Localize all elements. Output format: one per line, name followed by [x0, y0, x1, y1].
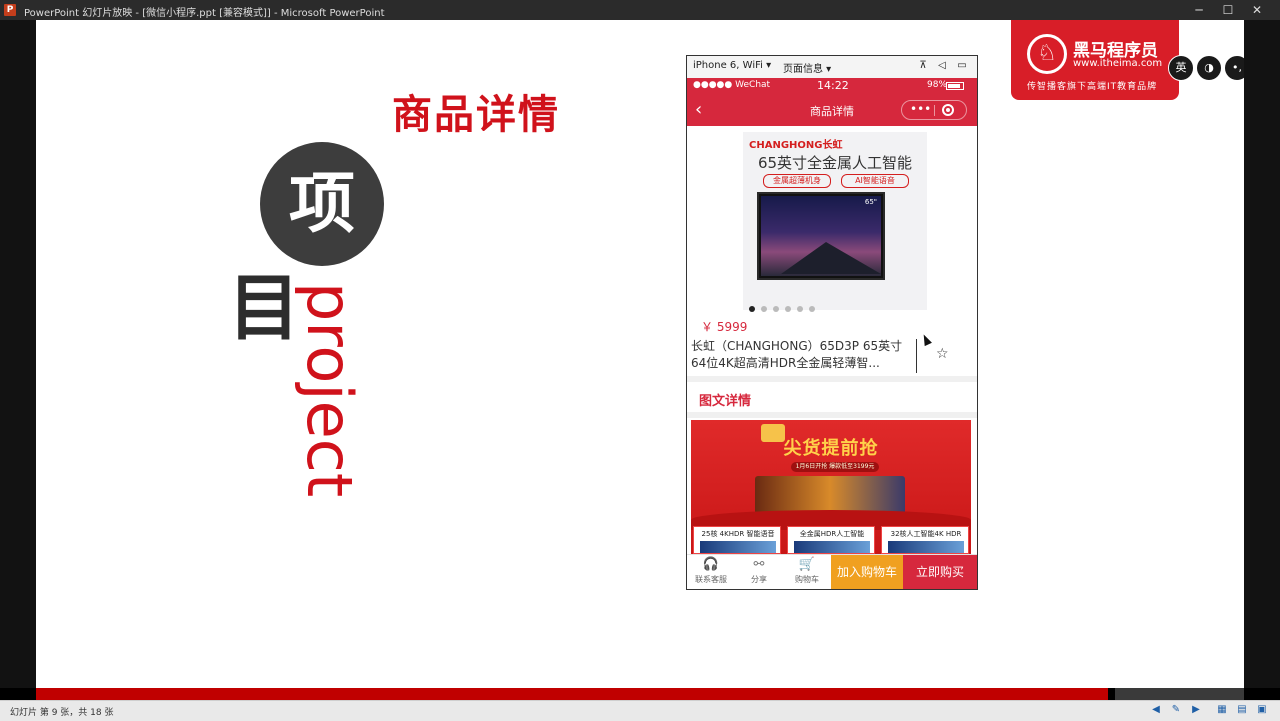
banner-title: 65英寸全金属人工智能	[757, 154, 913, 172]
minimize-button[interactable]: ─	[1188, 2, 1210, 18]
share-label: 分享	[751, 575, 767, 584]
swiper-dot[interactable]	[797, 306, 803, 312]
promo-card: 全金属HDR人工智能	[787, 526, 875, 554]
add-to-cart-button[interactable]: 加入购物车	[831, 555, 903, 589]
contact-service-button[interactable]: 🎧 联系客服	[687, 555, 735, 589]
cart-label: 购物车	[795, 575, 819, 584]
headset-icon: 🎧	[702, 557, 720, 572]
product-image-swiper[interactable]: CHANGHONG长虹 65英寸全金属人工智能 金属超薄机身 AI智能语音 65…	[743, 132, 927, 310]
tv-image: 65"	[757, 192, 885, 280]
cart-icon: 🛒	[798, 557, 816, 572]
promo-subtitle: 1月6日开抢 爆款低至3199元	[791, 462, 879, 472]
slide-counter: 幻灯片 第 9 张，共 18 张	[10, 708, 114, 718]
favorite-star-icon[interactable]: ☆	[936, 346, 949, 362]
promo-card-image	[794, 541, 870, 553]
more-icon[interactable]: •••	[910, 102, 931, 116]
left-margin	[0, 20, 36, 688]
status-bar: 幻灯片 第 9 张，共 18 张 ◀ ✎ ▶ ▦ ▤ ▣	[0, 700, 1280, 721]
swiper-dot[interactable]	[749, 306, 755, 312]
section-separator	[687, 412, 977, 418]
powerpoint-icon: P	[4, 4, 16, 16]
close-miniprogram-icon[interactable]	[942, 104, 954, 116]
window-icon[interactable]: ▭	[956, 60, 968, 71]
slide-footer-bar	[36, 688, 1108, 700]
mountain-shape	[781, 242, 881, 274]
promo-card-label: 全金属HDR人工智能	[799, 530, 865, 538]
pen-icon[interactable]: ✎	[1170, 704, 1182, 716]
phone-simulator: iPhone 6, WiFi ▾ 页面信息 ▾ ⊼ ◁ ▭ ●●●●● WeCh…	[686, 55, 978, 590]
battery-icon	[946, 82, 964, 90]
device-selector[interactable]: iPhone 6, WiFi ▾	[693, 60, 771, 71]
promo-title: 尖货提前抢	[783, 438, 879, 459]
promo-card: 32核人工智能4K HDR	[881, 526, 969, 554]
pin-icon[interactable]: ⊼	[917, 60, 929, 71]
volume-icon[interactable]: ◁	[936, 60, 948, 71]
simulator-toolbar: iPhone 6, WiFi ▾ 页面信息 ▾ ⊼ ◁ ▭	[687, 56, 977, 79]
promo-banner-image: 尖货提前抢 1月6日开抢 爆款低至3199元 25核 4KHDR 智能语音 全金…	[691, 420, 971, 554]
promo-cards: 25核 4KHDR 智能语音 全金属HDR人工智能 32核人工智能4K HDR	[691, 526, 971, 554]
battery-percent: 98%	[927, 80, 948, 90]
next-arrow-icon[interactable]: ▶	[1190, 704, 1202, 716]
tv-screen: 65"	[761, 196, 881, 276]
swiper-dot[interactable]	[809, 306, 815, 312]
page-info-selector[interactable]: 页面信息 ▾	[783, 60, 831, 75]
brand-logo: CHANGHONG长虹	[749, 140, 843, 151]
cart-button[interactable]: 🛒 购物车	[783, 555, 831, 589]
ime-punctuation-icon[interactable]: •,	[1224, 55, 1244, 81]
logo-slogan: 传智播客旗下高端IT教育品牌	[1027, 82, 1158, 92]
maximize-button[interactable]: ☐	[1217, 2, 1239, 18]
slide-canvas[interactable]: 商品详情 项 目 project ♘ 黑马程序员 www.itheima.com…	[36, 20, 1244, 688]
product-price: ￥ 5999	[701, 320, 748, 334]
slide-sorter-icon[interactable]: ▤	[1236, 704, 1248, 716]
ime-halfwidth-icon[interactable]: ◑	[1196, 55, 1222, 81]
section-separator	[687, 376, 977, 382]
window-titlebar: P PowerPoint 幻灯片放映 - [微信小程序.ppt [兼容模式]] …	[0, 0, 1280, 20]
promo-card-image	[700, 541, 776, 553]
tv-size-badge: 65"	[864, 198, 877, 206]
detail-section-title: 图文详情	[699, 394, 752, 409]
close-button[interactable]: ✕	[1246, 2, 1268, 18]
project-second-char: 目	[228, 266, 301, 350]
promo-card: 25核 4KHDR 智能语音	[693, 526, 781, 554]
promo-card-label: 32核人工智能4K HDR	[890, 530, 962, 538]
slide-heading: 商品详情	[392, 92, 560, 138]
buy-now-button[interactable]: 立即购买	[903, 555, 977, 589]
carrier-label: ●●●●● WeChat	[693, 80, 771, 90]
ime-language-button[interactable]: 英	[1168, 55, 1194, 81]
capsule-divider	[934, 105, 935, 116]
navigation-bar: ‹ 商品详情 •••	[687, 94, 977, 126]
project-vertical-word: project	[293, 282, 366, 498]
phone-status-bar: ●●●●● WeChat 14:22 98%	[687, 78, 977, 94]
horse-logo-icon: ♘	[1027, 34, 1067, 74]
swiper-dot[interactable]	[773, 306, 779, 312]
logo-url: www.itheima.com	[1073, 58, 1163, 69]
right-margin	[1244, 20, 1280, 688]
share-icon: ⚯	[753, 557, 765, 572]
normal-view-icon[interactable]: ▦	[1216, 704, 1228, 716]
share-button[interactable]: ⚯ 分享	[735, 555, 783, 589]
window-title: PowerPoint 幻灯片放映 - [微信小程序.ppt [兼容模式]] - …	[24, 8, 385, 19]
bottom-action-bar: 🎧 联系客服 ⚯ 分享 🛒 购物车 加入购物车 立即购买	[687, 554, 977, 589]
swiper-dot[interactable]	[785, 306, 791, 312]
menu-capsule: •••	[901, 100, 967, 120]
promo-card-label: 25核 4KHDR 智能语音	[701, 530, 775, 538]
divider	[916, 339, 917, 373]
project-circle-char: 项	[260, 142, 384, 266]
slide-footer-bar-grey	[1115, 688, 1244, 700]
slideshow-icon[interactable]: ▣	[1256, 704, 1268, 716]
prev-arrow-icon[interactable]: ◀	[1150, 704, 1162, 716]
promo-card-image	[888, 541, 964, 553]
itheima-logo: ♘ 黑马程序员 www.itheima.com 传智播客旗下高端IT教育品牌	[1011, 20, 1179, 100]
contact-service-label: 联系客服	[695, 575, 727, 584]
swiper-dot[interactable]	[761, 306, 767, 312]
banner-tag: AI智能语音	[841, 174, 909, 188]
banner-tag: 金属超薄机身	[763, 174, 831, 188]
product-name: 长虹（CHANGHONG）65D3P 65英寸64位4K超高清HDR全金属轻薄智…	[691, 339, 903, 370]
clock: 14:22	[817, 79, 849, 92]
